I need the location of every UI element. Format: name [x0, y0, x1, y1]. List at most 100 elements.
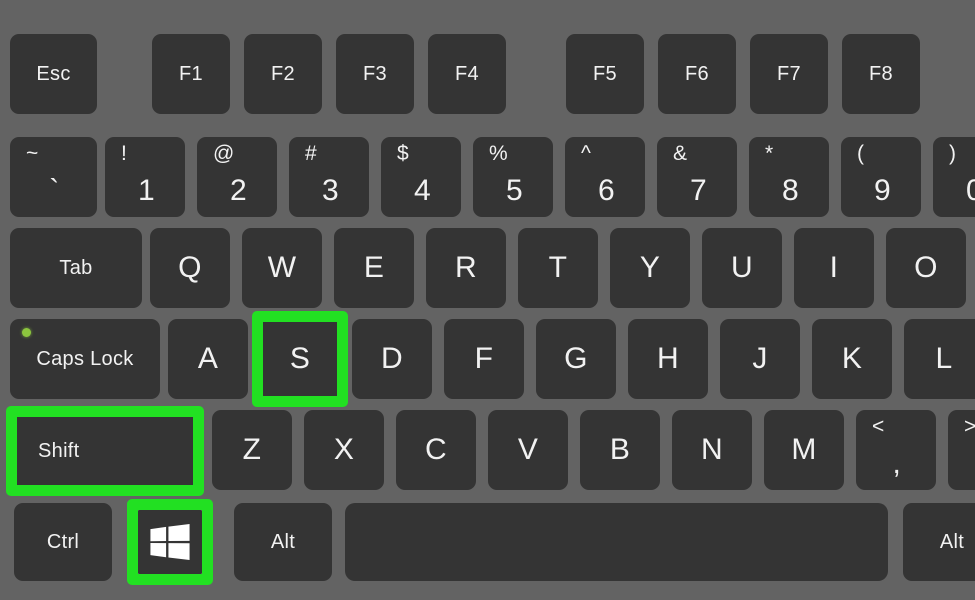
key-r[interactable]: R: [426, 228, 506, 308]
key-f5[interactable]: F5: [566, 34, 644, 114]
key-caps-lock[interactable]: Caps Lock: [10, 319, 160, 399]
key-tab[interactable]: Tab: [10, 228, 142, 308]
key-label-esc: Esc: [36, 63, 71, 85]
key-i[interactable]: I: [794, 228, 874, 308]
key-digit-9[interactable]: (9: [841, 137, 921, 217]
key-x[interactable]: X: [304, 410, 384, 490]
key-label-digit-8: 8: [781, 173, 799, 207]
key-f6[interactable]: F6: [658, 34, 736, 114]
key-label-i: I: [829, 251, 839, 284]
key-alt-right[interactable]: Alt: [903, 503, 975, 581]
key-label-l: L: [935, 342, 953, 375]
key-label-k: K: [841, 342, 863, 375]
key-label-z: Z: [242, 433, 262, 466]
key-shift-legend-comma: <: [872, 415, 885, 438]
key-label-f6: F6: [685, 63, 709, 85]
key-ctrl-left[interactable]: Ctrl: [14, 503, 112, 581]
key-label-alt-right: Alt: [939, 531, 965, 553]
key-f[interactable]: F: [444, 319, 524, 399]
key-label-y: Y: [639, 251, 661, 284]
key-space[interactable]: [345, 503, 888, 581]
key-shift-legend-digit-3: #: [305, 142, 317, 165]
key-label-digit-3: 3: [321, 173, 339, 207]
key-w[interactable]: W: [242, 228, 322, 308]
key-f1[interactable]: F1: [152, 34, 230, 114]
key-label-digit-9: 9: [873, 173, 891, 207]
key-l[interactable]: L: [904, 319, 975, 399]
key-shift-legend-digit-8: *: [765, 142, 774, 165]
key-label-m: M: [791, 433, 817, 466]
key-label-tab: Tab: [59, 257, 93, 279]
key-label-n: N: [701, 433, 723, 466]
key-shift-legend-backtick: ~: [26, 142, 39, 165]
key-label-g: G: [564, 342, 588, 375]
key-digit-3[interactable]: #3: [289, 137, 369, 217]
key-label-shift-left: Shift: [38, 440, 80, 462]
key-digit-0[interactable]: ) 0: [933, 137, 975, 217]
key-h[interactable]: H: [628, 319, 708, 399]
key-label-digit-0: 0: [965, 173, 975, 207]
key-label-digit-1: 1: [137, 173, 155, 207]
key-shift-legend-digit-6: ^: [581, 142, 591, 165]
key-label-backtick: `: [49, 173, 60, 207]
key-label-r: R: [455, 251, 477, 284]
key-alt-left[interactable]: Alt: [234, 503, 332, 581]
key-f7[interactable]: F7: [750, 34, 828, 114]
key-f4[interactable]: F4: [428, 34, 506, 114]
key-f2[interactable]: F2: [244, 34, 322, 114]
key-z[interactable]: Z: [212, 410, 292, 490]
key-esc[interactable]: Esc: [10, 34, 97, 114]
key-j[interactable]: J: [720, 319, 800, 399]
key-n[interactable]: N: [672, 410, 752, 490]
key-digit-6[interactable]: ^ 6: [565, 137, 645, 217]
key-v[interactable]: V: [488, 410, 568, 490]
key-digit-8[interactable]: * 8: [749, 137, 829, 217]
key-t[interactable]: T: [518, 228, 598, 308]
key-digit-2[interactable]: @2: [197, 137, 277, 217]
key-b[interactable]: B: [580, 410, 660, 490]
key-k[interactable]: K: [812, 319, 892, 399]
key-o[interactable]: O: [886, 228, 966, 308]
key-s[interactable]: S: [260, 319, 340, 399]
key-e[interactable]: E: [334, 228, 414, 308]
key-digit-7[interactable]: & 7: [657, 137, 737, 217]
key-label-s: S: [289, 342, 311, 375]
key-label-d: D: [381, 342, 403, 375]
key-backtick[interactable]: ~ `: [10, 137, 97, 217]
key-label-b: B: [609, 433, 631, 466]
key-c[interactable]: C: [396, 410, 476, 490]
key-digit-5[interactable]: % 5: [473, 137, 553, 217]
key-digit-4[interactable]: $4: [381, 137, 461, 217]
key-d[interactable]: D: [352, 319, 432, 399]
key-shift-legend-digit-4: $: [397, 142, 409, 165]
key-label-w: W: [267, 251, 297, 284]
key-digit-1[interactable]: ! 1: [105, 137, 185, 217]
key-label-f3: F3: [363, 63, 387, 85]
key-comma[interactable]: <,: [856, 410, 936, 490]
key-label-digit-7: 7: [689, 173, 707, 207]
key-label-x: X: [333, 433, 355, 466]
key-shift-legend-digit-9: (: [857, 142, 864, 165]
key-windows[interactable]: [136, 508, 204, 576]
key-shift-legend-digit-5: %: [489, 142, 508, 165]
key-shift-legend-digit-1: !: [121, 142, 127, 165]
key-y[interactable]: Y: [610, 228, 690, 308]
key-label-comma: ,: [892, 446, 901, 480]
key-label-ctrl-left: Ctrl: [46, 531, 80, 553]
key-label-t: T: [548, 251, 568, 284]
key-shift-left[interactable]: Shift: [14, 414, 196, 488]
key-label-j: J: [752, 342, 768, 375]
key-label-f5: F5: [593, 63, 617, 85]
key-a[interactable]: A: [168, 319, 248, 399]
key-g[interactable]: G: [536, 319, 616, 399]
key-u[interactable]: U: [702, 228, 782, 308]
key-label-digit-2: 2: [229, 173, 247, 207]
key-label-f2: F2: [271, 63, 295, 85]
key-period[interactable]: >.: [948, 410, 975, 490]
key-m[interactable]: M: [764, 410, 844, 490]
key-q[interactable]: Q: [150, 228, 230, 308]
key-shift-legend-digit-2: @: [213, 142, 235, 165]
windows-logo-icon: [150, 524, 190, 560]
key-f3[interactable]: F3: [336, 34, 414, 114]
key-f8[interactable]: F8: [842, 34, 920, 114]
